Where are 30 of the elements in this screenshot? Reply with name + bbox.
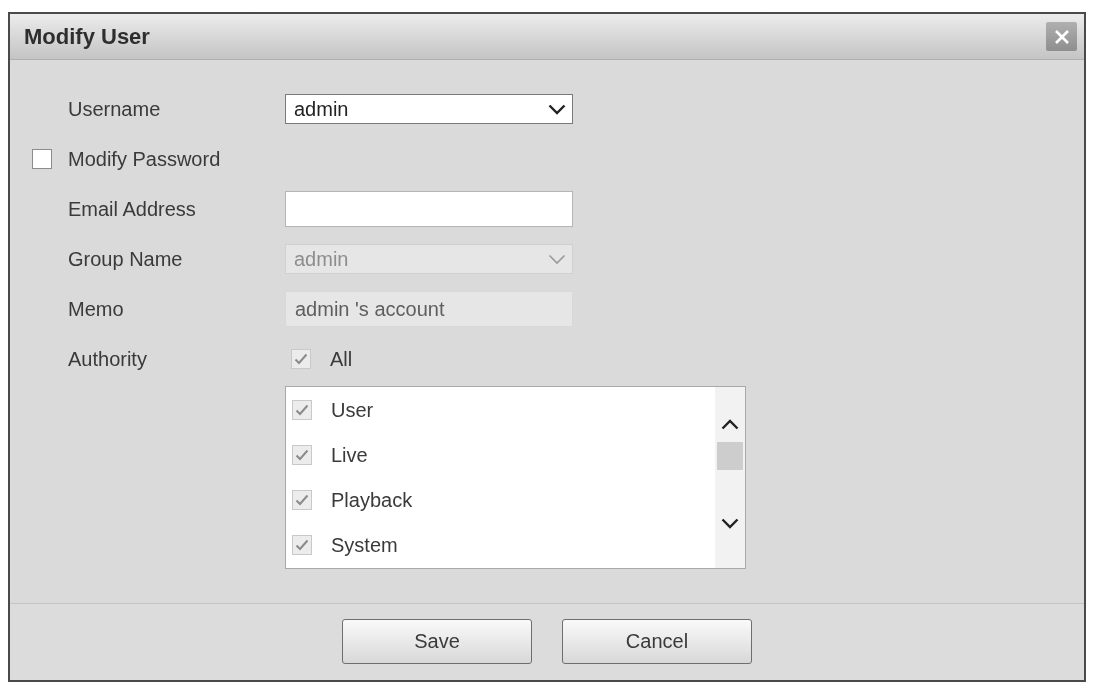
checkmark-icon <box>294 353 308 365</box>
scroll-up-icon <box>721 419 739 430</box>
dropdown[interactable]: admin <box>285 94 573 124</box>
checkmark-icon <box>295 448 309 461</box>
checkbox-label: All <box>330 347 353 372</box>
dialog-button[interactable]: Cancel <box>562 618 752 664</box>
close-button[interactable] <box>1046 22 1077 51</box>
chevron-down-icon <box>548 253 566 265</box>
checkmark-icon <box>295 494 309 507</box>
field-label: Memo <box>68 298 124 320</box>
field-label: Email Address <box>68 198 196 220</box>
permission-label: Live <box>331 442 368 468</box>
checkmark-icon <box>295 539 309 552</box>
field-label: Username <box>68 98 161 120</box>
scrollbar-thumb[interactable] <box>717 442 743 470</box>
dialog-button[interactable]: Save <box>342 618 532 664</box>
chevron-down-icon <box>548 103 566 115</box>
permission-label: Playback <box>331 488 413 514</box>
field-label: Modify Password <box>68 147 221 172</box>
permission-label: User <box>331 397 374 423</box>
checkbox[interactable] <box>32 149 52 169</box>
scrollbar[interactable] <box>715 387 745 568</box>
text-field[interactable] <box>285 191 573 227</box>
field-label: Authority <box>68 348 147 370</box>
close-icon <box>1053 28 1070 45</box>
dialog-title: Modify User <box>24 23 150 51</box>
scroll-down-icon <box>721 518 739 529</box>
checkmark-icon <box>295 403 309 416</box>
field-label: Group Name <box>68 248 183 270</box>
permission-label: System <box>331 533 398 559</box>
